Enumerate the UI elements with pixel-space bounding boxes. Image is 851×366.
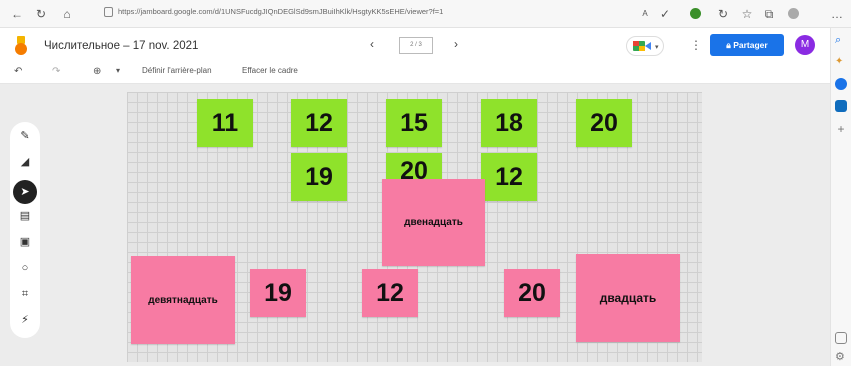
- pen-icon[interactable]: ✎: [19, 130, 31, 142]
- sticky-note-green[interactable]: 12: [291, 99, 347, 147]
- sticky-note-green[interactable]: 20: [576, 99, 632, 147]
- profile-icon[interactable]: [788, 8, 799, 19]
- more-icon[interactable]: …: [828, 5, 846, 23]
- sticky-note-green[interactable]: 19: [291, 153, 347, 201]
- back-icon[interactable]: ←: [8, 5, 26, 23]
- meet-button[interactable]: ▾: [626, 36, 664, 56]
- redo-icon[interactable]: ↷: [52, 66, 60, 77]
- jamboard-logo-icon: [15, 36, 27, 55]
- more-options-icon[interactable]: ⋮: [690, 38, 702, 52]
- sticky-note-icon[interactable]: ▤: [19, 210, 31, 222]
- home-icon[interactable]: ⌂: [58, 5, 76, 23]
- refresh-extension-icon[interactable]: ↻: [714, 5, 732, 23]
- svg-text:▾: ▾: [655, 44, 659, 51]
- image-icon[interactable]: ▣: [19, 236, 31, 248]
- frame-indicator[interactable]: 2 / 3: [399, 37, 433, 54]
- browser-bar: ← ↻ ⌂ https://jamboard.google.com/d/1UNS…: [0, 0, 851, 28]
- sticky-note-green[interactable]: 12: [481, 153, 537, 201]
- sticky-note-pink[interactable]: двадцать: [576, 254, 680, 342]
- sticky-note-pink[interactable]: двенадцать: [382, 179, 485, 266]
- sticky-note-green[interactable]: 15: [386, 99, 442, 147]
- outlook-icon[interactable]: [835, 100, 847, 112]
- sticky-note-pink[interactable]: 12: [362, 269, 418, 317]
- meet-icon: ▾: [633, 41, 659, 51]
- jam-canvas[interactable]: 11 12 15 18 20 19 20 12 двенадцать девят…: [127, 92, 702, 362]
- lock-icon[interactable]: [104, 7, 113, 17]
- sticky-note-green[interactable]: 18: [481, 99, 537, 147]
- reload-icon[interactable]: ↻: [32, 5, 50, 23]
- address-bar[interactable]: https://jamboard.google.com/d/1UNSFucdgJ…: [118, 7, 443, 16]
- read-aloud-icon[interactable]: A: [636, 5, 654, 23]
- eraser-icon[interactable]: ◢: [19, 156, 31, 168]
- settings-gear-icon[interactable]: ⚙: [835, 350, 847, 363]
- sticky-note-pink[interactable]: 19: [250, 269, 306, 317]
- circle-icon[interactable]: ○: [19, 262, 31, 274]
- tracking-icon[interactable]: ✓: [656, 5, 674, 23]
- share-label: Partager: [733, 40, 768, 50]
- sticky-note-green[interactable]: 11: [197, 99, 253, 147]
- next-frame-icon[interactable]: ›: [454, 37, 458, 51]
- tool-palette: ✎ ◢ ➤ ▤ ▣ ○ ⌗ ⚡︎: [10, 122, 40, 338]
- sidebar-toggle-icon[interactable]: [835, 332, 847, 344]
- document-title[interactable]: Числительное – 17 nov. 2021: [44, 40, 198, 52]
- collections-icon[interactable]: ⧉: [760, 5, 778, 23]
- prev-frame-icon[interactable]: ‹: [370, 37, 374, 51]
- zoom-icon[interactable]: ⊕: [93, 66, 101, 77]
- set-background-button[interactable]: Définir l'arrière-plan: [142, 66, 212, 75]
- undo-icon[interactable]: ↶: [14, 66, 22, 77]
- sticky-note-pink[interactable]: 20: [504, 269, 560, 317]
- add-icon[interactable]: +: [835, 122, 847, 136]
- search-icon[interactable]: ⌕: [835, 34, 847, 46]
- clear-frame-button[interactable]: Effacer le cadre: [242, 66, 298, 75]
- avatar[interactable]: M: [795, 35, 815, 55]
- edit-toolbar: [0, 62, 830, 84]
- extension-icon[interactable]: [690, 8, 701, 19]
- laser-icon[interactable]: ⚡︎: [19, 314, 31, 326]
- favorites-icon[interactable]: ☆: [738, 5, 756, 23]
- share-button[interactable]: 🔒︎ Partager: [710, 34, 784, 56]
- text-box-icon[interactable]: ⌗: [19, 288, 31, 300]
- sticky-note-pink[interactable]: девятнадцать: [131, 256, 235, 344]
- games-icon[interactable]: [835, 78, 847, 90]
- zoom-dropdown-icon[interactable]: ▾: [116, 66, 120, 75]
- shopping-icon[interactable]: ✦: [835, 56, 847, 68]
- select-icon[interactable]: ➤: [13, 180, 37, 204]
